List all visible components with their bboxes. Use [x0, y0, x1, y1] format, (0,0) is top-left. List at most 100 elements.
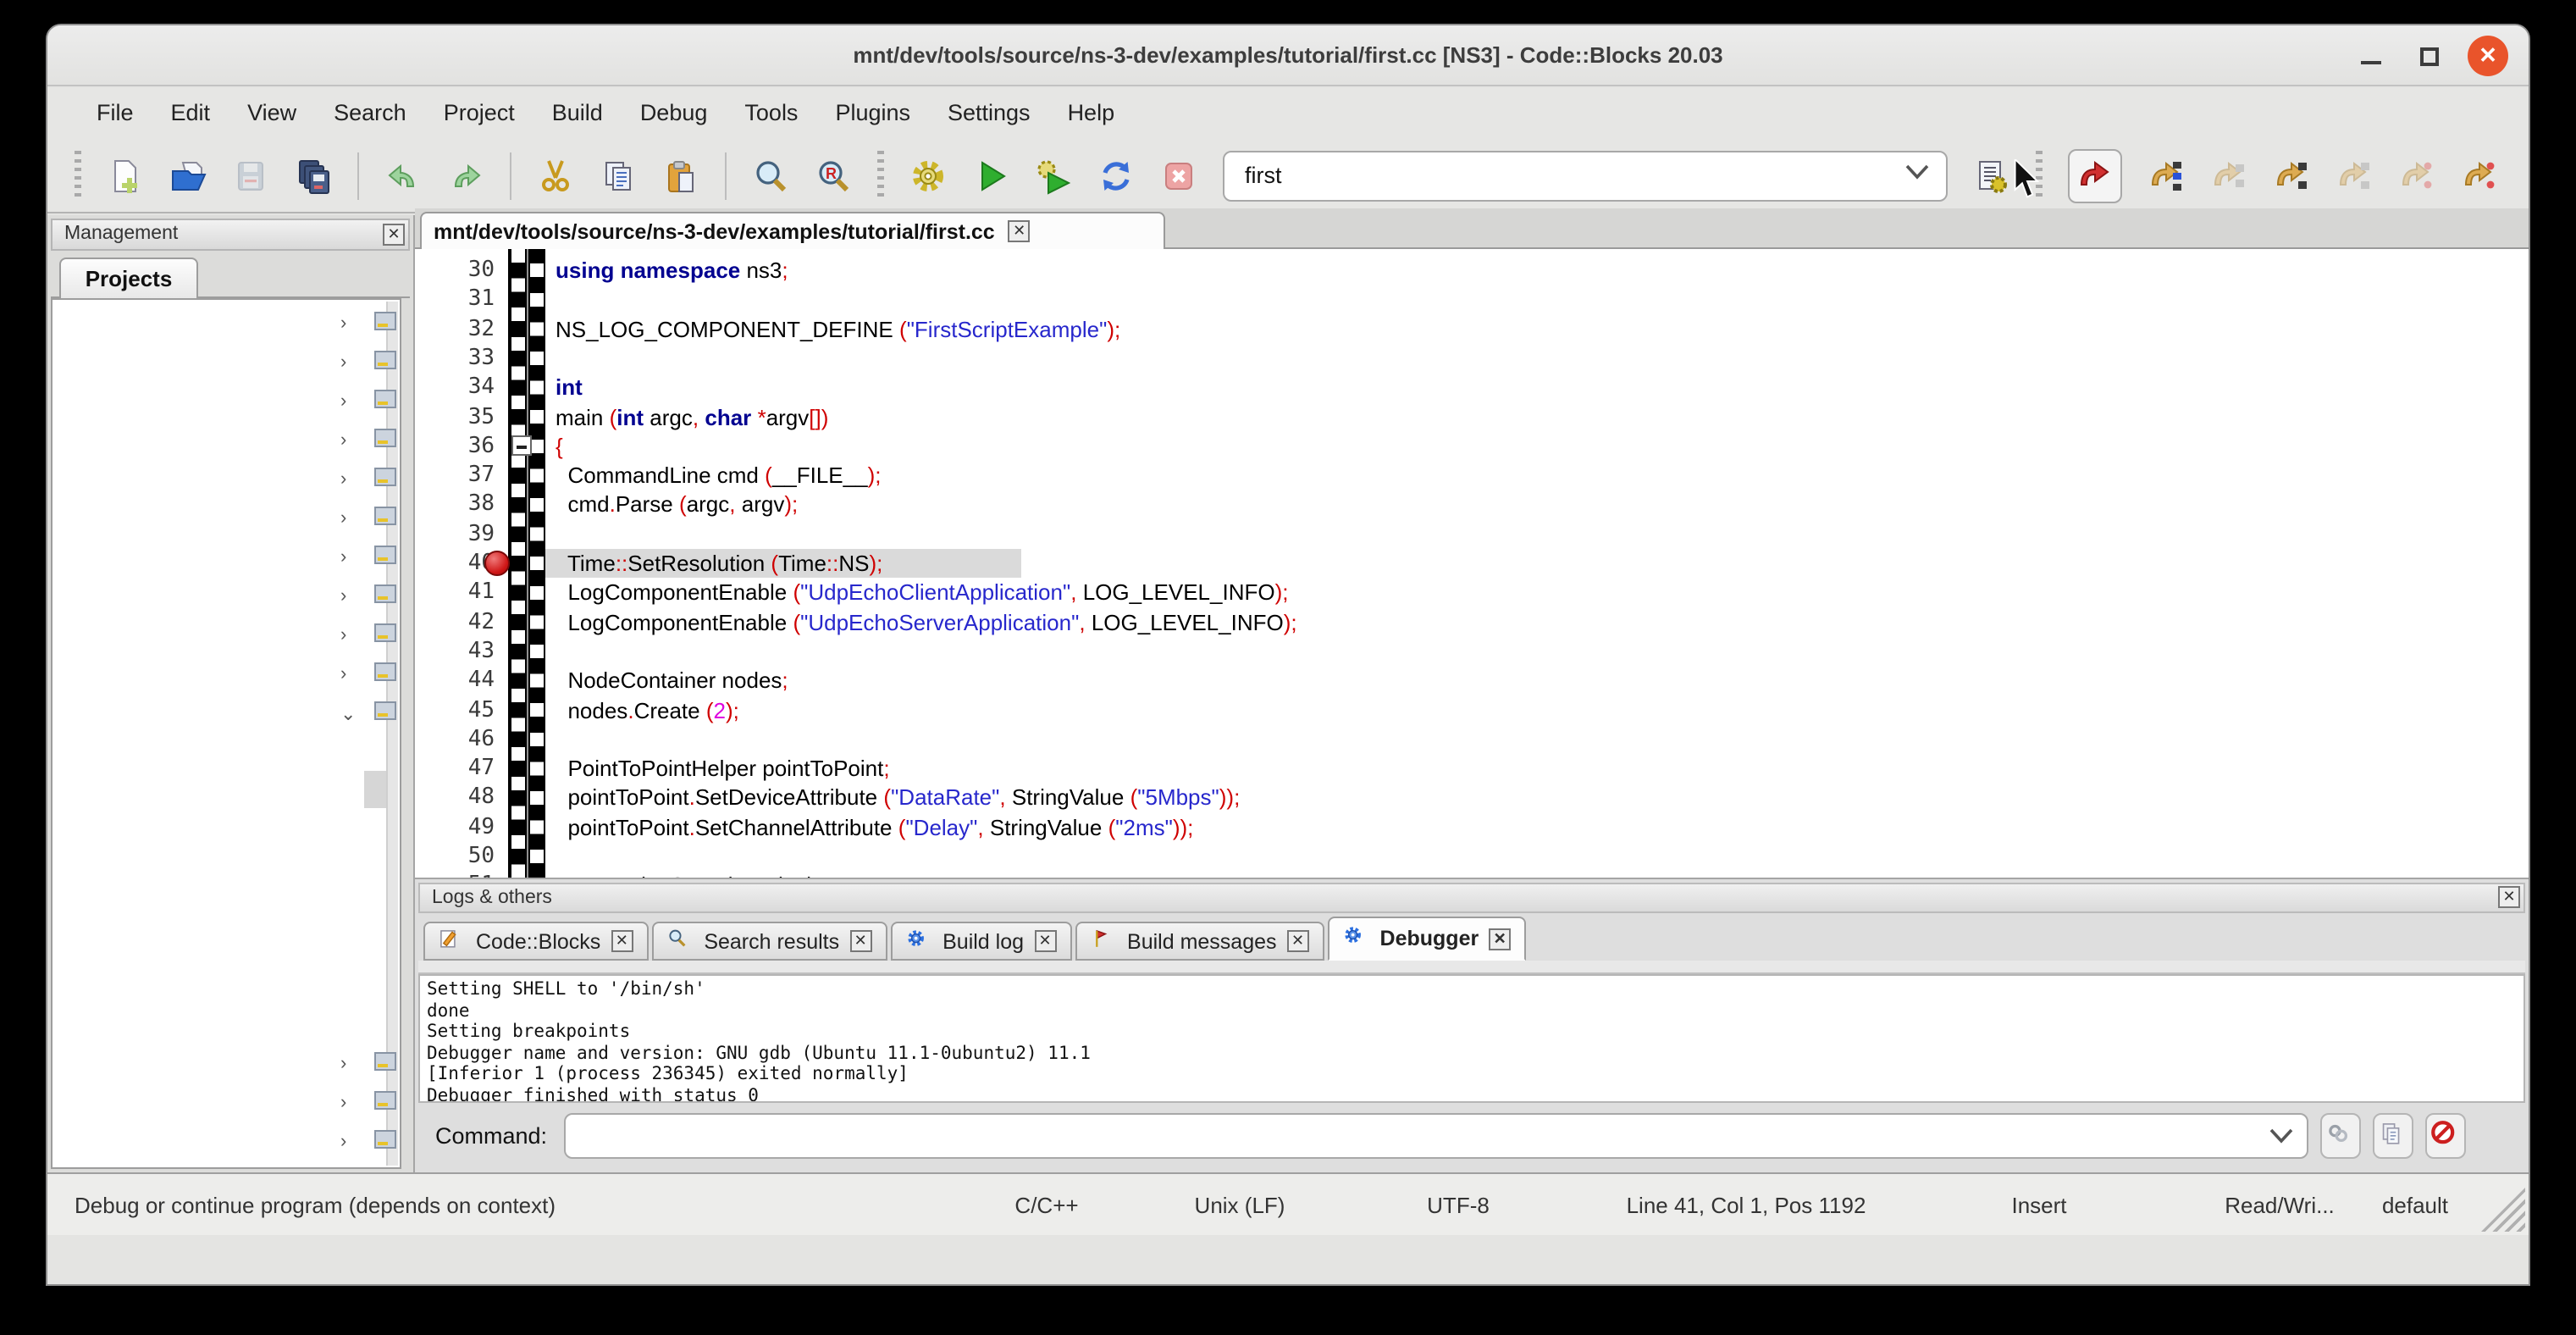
logs-tab-close-icon[interactable]: ✕: [1034, 930, 1056, 952]
logs-tab-code-blocks[interactable]: Code::Blocks✕: [423, 922, 648, 961]
tree-item-traf[interactable]: ›traf: [53, 654, 386, 693]
tree-item-fir[interactable]: fir: [53, 771, 386, 810]
tree-expander-icon[interactable]: ›: [340, 1132, 346, 1152]
chevron-down-icon[interactable]: [1905, 163, 1929, 179]
compiler-options-icon[interactable]: [1973, 157, 2010, 194]
tree-item-fo[interactable]: fo: [53, 810, 386, 849]
redo-icon[interactable]: [447, 157, 484, 194]
menu-tools[interactable]: Tools: [726, 88, 816, 139]
logs-tab-close-icon[interactable]: ✕: [1287, 930, 1309, 952]
tree-expander-icon[interactable]: ›: [340, 430, 346, 451]
tree-expander-icon[interactable]: ›: [340, 313, 346, 334]
code-editor[interactable]: 3031323334353637383940414243444546474849…: [415, 249, 2529, 878]
breakpoint-margin[interactable]: [508, 249, 545, 878]
replace-icon[interactable]: R: [815, 157, 852, 194]
copy-icon[interactable]: [600, 157, 637, 194]
tree-item-th[interactable]: th: [53, 1005, 386, 1044]
undo-icon[interactable]: [384, 157, 422, 194]
menu-settings[interactable]: Settings: [929, 88, 1049, 139]
next-instruction-icon[interactable]: [2398, 157, 2435, 194]
cut-icon[interactable]: [537, 157, 574, 194]
menu-project[interactable]: Project: [425, 88, 533, 139]
maximize-button[interactable]: [2410, 37, 2447, 75]
save-icon[interactable]: [232, 157, 269, 194]
tree-item-stat[interactable]: ›stat: [53, 576, 386, 615]
paste-icon[interactable]: [662, 157, 699, 194]
tree-item-nam[interactable]: ›nam: [53, 420, 386, 459]
tree-expander-icon[interactable]: ⌄: [340, 703, 356, 725]
logs-tab-close-icon[interactable]: ✕: [1489, 928, 1511, 950]
tree-expander-icon[interactable]: ›: [340, 547, 346, 568]
tree-item-tcp[interactable]: ›tcp: [53, 615, 386, 654]
tree-expander-icon[interactable]: ›: [340, 664, 346, 684]
tree-item-se[interactable]: se: [53, 888, 386, 927]
next-line-icon[interactable]: [2210, 157, 2247, 194]
breakpoint-marker[interactable]: [484, 551, 510, 576]
new-file-icon[interactable]: [107, 157, 144, 194]
tree-expander-icon[interactable]: ›: [340, 1054, 346, 1074]
open-file-icon[interactable]: [169, 157, 207, 194]
abort-icon[interactable]: [1160, 157, 1197, 194]
tree-item-erro[interactable]: ›erro: [53, 303, 386, 342]
logs-tab-search-results[interactable]: Search results✕: [651, 922, 887, 961]
tree-item-he[interactable]: he: [53, 849, 386, 888]
tree-item-wire[interactable]: ›wire: [53, 1122, 386, 1161]
title-bar[interactable]: mnt/dev/tools/source/ns-3-dev/examples/t…: [47, 25, 2529, 86]
menu-build[interactable]: Build: [533, 88, 622, 139]
run-to-cursor-icon[interactable]: [2148, 157, 2185, 194]
step-into-instruction-icon[interactable]: [2461, 157, 2498, 194]
tree-item-sock[interactable]: ›sock: [53, 537, 386, 576]
logs-close-icon[interactable]: ✕: [2498, 886, 2520, 908]
debug-continue-button[interactable]: [2068, 148, 2122, 202]
tree-item-rout[interactable]: ›rout: [53, 498, 386, 537]
logs-tab-close-icon[interactable]: ✕: [611, 930, 633, 952]
save-all-icon[interactable]: [295, 157, 332, 194]
build-and-run-icon[interactable]: [1035, 157, 1072, 194]
logs-tab-debugger[interactable]: Debugger✕: [1328, 917, 1527, 961]
debugger-output[interactable]: Setting SHELL to '/bin/sh'doneSetting br…: [418, 974, 2525, 1103]
tree-expander-icon[interactable]: ›: [340, 1093, 346, 1113]
debugger-clipboard-button[interactable]: [2373, 1112, 2413, 1158]
toolbar-overflow-icon[interactable]: [2523, 157, 2530, 194]
tree-expander-icon[interactable]: ›: [340, 586, 346, 607]
menu-help[interactable]: Help: [1049, 88, 1134, 139]
step-out-icon[interactable]: [2336, 157, 2373, 194]
debugger-attach-button[interactable]: [2320, 1112, 2361, 1158]
tree-item-si[interactable]: si: [53, 966, 386, 1005]
tree-expander-icon[interactable]: ›: [340, 625, 346, 645]
tree-item-ipv6[interactable]: ›ipv6: [53, 342, 386, 381]
command-dropdown-icon[interactable]: [2269, 1127, 2293, 1143]
menu-search[interactable]: Search: [315, 88, 425, 139]
menu-file[interactable]: File: [78, 88, 152, 139]
build-target-combobox[interactable]: first: [1223, 150, 1948, 201]
editor-tab-first-cc[interactable]: mnt/dev/tools/source/ns-3-dev/examples/t…: [420, 212, 1165, 249]
tree-item-real[interactable]: ›real: [53, 459, 386, 498]
run-icon[interactable]: [972, 157, 1009, 194]
tree-expander-icon[interactable]: ›: [340, 469, 346, 490]
logs-tab-build-log[interactable]: Build log✕: [890, 922, 1071, 961]
editor-tab-close-icon[interactable]: ✕: [1009, 220, 1031, 242]
code-area[interactable]: using namespace ns3;NS_LOG_COMPONENT_DEF…: [545, 249, 2529, 878]
minimize-button[interactable]: [2352, 37, 2390, 75]
menu-edit[interactable]: Edit: [152, 88, 229, 139]
menu-debug[interactable]: Debug: [622, 88, 727, 139]
debugger-stop-button[interactable]: [2425, 1112, 2466, 1158]
tree-expander-icon[interactable]: ›: [340, 391, 346, 412]
fold-marker[interactable]: [511, 436, 531, 457]
tree-item-mat[interactable]: ›mat: [53, 381, 386, 420]
tree-item-udp-[interactable]: ›udp-: [53, 1083, 386, 1122]
management-close-icon[interactable]: ✕: [383, 224, 405, 246]
resize-grip[interactable]: [2481, 1188, 2525, 1232]
find-icon[interactable]: [752, 157, 789, 194]
command-input[interactable]: [564, 1112, 2308, 1158]
tree-item-se[interactable]: se: [53, 927, 386, 966]
logs-tab-build-messages[interactable]: Build messages✕: [1075, 922, 1324, 961]
logs-tab-close-icon[interactable]: ✕: [849, 930, 871, 952]
close-button[interactable]: [2468, 36, 2508, 76]
tab-projects[interactable]: Projects: [59, 258, 198, 298]
menu-view[interactable]: View: [229, 88, 315, 139]
tree-item-scratch[interactable]: ›scratch: [53, 1161, 386, 1169]
tree-item-udp[interactable]: ›udp: [53, 1044, 386, 1083]
build-icon[interactable]: [909, 157, 947, 194]
tree-expander-icon[interactable]: ›: [340, 508, 346, 529]
